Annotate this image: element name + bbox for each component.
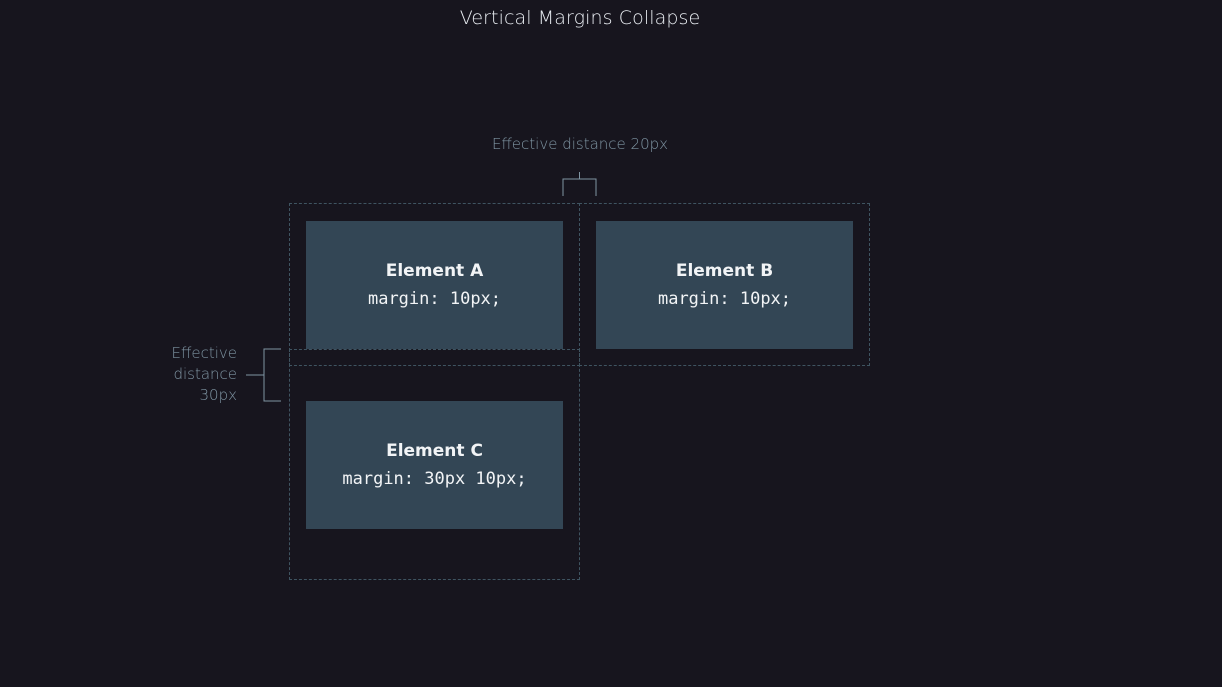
element-a-code: margin: 10px; <box>367 288 502 309</box>
element-a-box: Element A margin: 10px; <box>306 221 563 349</box>
element-c-box: Element C margin: 30px 10px; <box>306 401 563 529</box>
element-b-name: Element B <box>675 260 774 281</box>
vertical-distance-label-line-3: 30px <box>199 386 238 404</box>
vertical-distance-bracket <box>263 348 281 402</box>
horizontal-distance-label: Effective distance 20px <box>491 135 669 153</box>
element-b-code: margin: 10px; <box>657 288 792 309</box>
element-a-name: Element A <box>385 260 484 281</box>
element-c-code: margin: 30px 10px; <box>342 468 527 489</box>
horizontal-distance-bracket <box>562 178 597 196</box>
vertical-distance-label-line-1: Effective <box>171 344 237 362</box>
vertical-distance-label: Effective distance 30px <box>150 343 237 406</box>
element-b-box: Element B margin: 10px; <box>596 221 853 349</box>
element-c-name: Element C <box>386 440 483 461</box>
diagram-title: Vertical Margins Collapse <box>459 7 701 29</box>
vertical-distance-label-line-2: distance <box>173 365 237 383</box>
